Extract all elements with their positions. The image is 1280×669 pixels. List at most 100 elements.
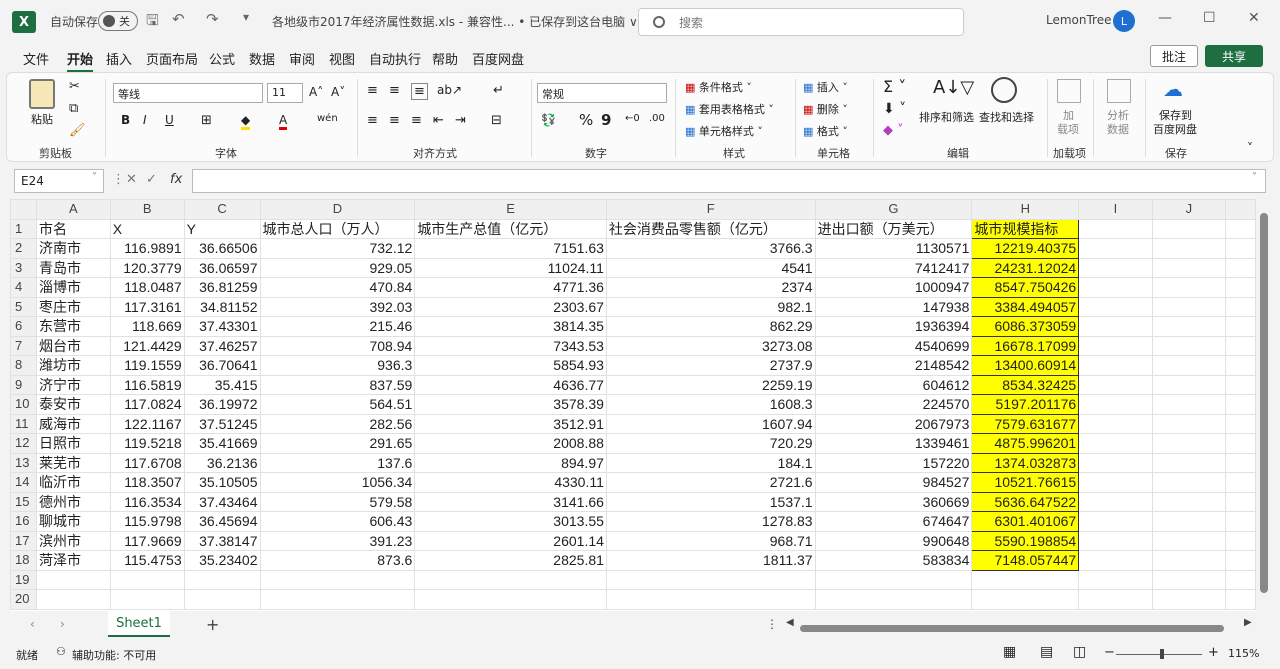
table-cell[interactable]: 1278.83 [605, 511, 816, 532]
table-cell[interactable]: 894.97 [414, 452, 607, 473]
row-header[interactable]: 11 [10, 413, 37, 434]
table-cell[interactable]: 16678.17099 [971, 335, 1080, 356]
horizontal-scroll-thumb[interactable] [800, 625, 1224, 632]
table-cell[interactable]: 3578.39 [414, 394, 607, 415]
table-cell[interactable]: 12219.40375 [971, 238, 1080, 259]
table-cell[interactable]: 泰安市 [35, 394, 111, 415]
decrease-font-icon[interactable]: A˅ [331, 85, 345, 99]
table-cell[interactable] [1225, 413, 1256, 434]
table-cell[interactable] [1151, 472, 1227, 493]
row-header[interactable]: 10 [10, 394, 37, 415]
table-cell[interactable]: 117.0824 [109, 394, 185, 415]
table-cell[interactable]: 4330.11 [414, 472, 607, 493]
table-cell[interactable] [1078, 355, 1153, 376]
collapse-ribbon-icon[interactable]: ˅ [1247, 141, 1253, 155]
table-cell[interactable] [1225, 511, 1256, 532]
table-cell[interactable]: 进出口额（万美元） [814, 218, 973, 239]
table-cell[interactable]: 13400.60914 [971, 355, 1080, 376]
table-cell[interactable] [109, 569, 185, 590]
zoom-out-icon[interactable]: − [1104, 645, 1115, 660]
table-cell[interactable] [1151, 394, 1227, 415]
table-cell[interactable] [1225, 277, 1256, 298]
table-cell[interactable]: 2825.81 [414, 550, 607, 571]
table-cell[interactable]: 117.9669 [109, 530, 185, 551]
table-cell[interactable] [1078, 530, 1153, 551]
table-cell[interactable]: 10521.76615 [971, 472, 1080, 493]
row-header[interactable]: 2 [10, 238, 37, 259]
table-cell[interactable] [1225, 491, 1256, 512]
table-cell[interactable]: 291.65 [259, 433, 416, 454]
table-cell[interactable] [1225, 374, 1256, 395]
table-cell[interactable] [814, 569, 973, 590]
table-cell[interactable]: 聊城市 [35, 511, 111, 532]
phonetic-icon[interactable]: wén [317, 113, 338, 124]
format-cells-button[interactable]: ▦ 格式 ˅ [803, 123, 848, 139]
table-cell[interactable]: 5590.198854 [971, 530, 1080, 551]
table-cell[interactable]: 990648 [814, 530, 973, 551]
underline-icon[interactable]: U [165, 113, 174, 127]
table-cell[interactable]: 35.415 [183, 374, 261, 395]
table-cell[interactable] [35, 569, 111, 590]
table-cell[interactable]: 36.06597 [183, 257, 261, 278]
border-icon[interactable]: ⊞ [201, 113, 212, 128]
menu-page-layout[interactable]: 页面布局 [146, 49, 198, 68]
column-header-b[interactable]: B [109, 199, 185, 220]
table-cell[interactable]: 1000947 [814, 277, 973, 298]
menu-review[interactable]: 审阅 [289, 49, 315, 68]
enter-icon[interactable]: ✓ [146, 172, 157, 187]
table-cell[interactable]: 菏泽市 [35, 550, 111, 571]
customize-toolbar-icon[interactable]: ▾ [243, 10, 249, 24]
menu-view[interactable]: 视图 [329, 49, 355, 68]
table-cell[interactable]: 115.4753 [109, 550, 185, 571]
table-cell[interactable]: 德州市 [35, 491, 111, 512]
table-cell[interactable] [1078, 316, 1153, 337]
row-header[interactable]: 4 [10, 277, 37, 298]
row-header[interactable]: 8 [10, 355, 37, 376]
menu-baidu[interactable]: 百度网盘 [472, 49, 524, 68]
table-cell[interactable]: 5197.201176 [971, 394, 1080, 415]
sheet-tab-sheet1[interactable]: Sheet1 [108, 611, 170, 637]
table-cell[interactable]: 37.46257 [183, 335, 261, 356]
table-cell[interactable]: 837.59 [259, 374, 416, 395]
table-cell[interactable]: 37.43301 [183, 316, 261, 337]
table-cell[interactable] [1225, 394, 1256, 415]
italic-icon[interactable]: I [143, 113, 147, 127]
bold-icon[interactable]: B [121, 113, 130, 127]
row-header[interactable]: 13 [10, 452, 37, 473]
menu-automate[interactable]: 自动执行 [369, 49, 421, 68]
row-header[interactable]: 17 [10, 530, 37, 551]
table-cell[interactable] [1078, 550, 1153, 571]
table-cell[interactable]: 3512.91 [414, 413, 607, 434]
table-cell[interactable]: 2008.88 [414, 433, 607, 454]
baidu-cloud-icon[interactable]: ☁ [1163, 77, 1183, 101]
decrease-indent-icon[interactable]: ⇤ [433, 113, 444, 128]
table-cell[interactable]: 604612 [814, 374, 973, 395]
table-cell[interactable] [1151, 491, 1227, 512]
table-cell[interactable]: 157220 [814, 452, 973, 473]
maximize-icon[interactable]: ☐ [1203, 10, 1216, 26]
insert-cells-button[interactable]: ▦ 插入 ˅ [803, 79, 848, 95]
table-cell[interactable]: 936.3 [259, 355, 416, 376]
table-cell[interactable]: 青岛市 [35, 257, 111, 278]
fill-color-icon[interactable]: ◆ [241, 113, 251, 130]
table-cell[interactable]: X [109, 218, 185, 239]
sort-filter-icon[interactable]: A↓▽ [933, 77, 974, 98]
table-cell[interactable]: 579.58 [259, 491, 416, 512]
menu-insert[interactable]: 插入 [106, 49, 132, 68]
table-cell[interactable]: 720.29 [605, 433, 816, 454]
table-cell[interactable] [1225, 218, 1256, 239]
table-cell[interactable]: 1537.1 [605, 491, 816, 512]
table-cell[interactable] [1151, 569, 1227, 590]
table-cell[interactable] [1078, 589, 1153, 610]
table-cell[interactable]: 3273.08 [605, 335, 816, 356]
table-cell[interactable]: 708.94 [259, 335, 416, 356]
share-button[interactable]: 共享 [1205, 45, 1263, 67]
table-cell[interactable]: 1607.94 [605, 413, 816, 434]
table-cell[interactable]: 391.23 [259, 530, 416, 551]
table-cell[interactable]: 119.1559 [109, 355, 185, 376]
table-cell[interactable]: 6086.373059 [971, 316, 1080, 337]
table-cell[interactable]: 1936394 [814, 316, 973, 337]
table-cell[interactable] [1151, 335, 1227, 356]
table-cell[interactable]: 929.05 [259, 257, 416, 278]
column-header-g[interactable]: G [814, 199, 973, 220]
